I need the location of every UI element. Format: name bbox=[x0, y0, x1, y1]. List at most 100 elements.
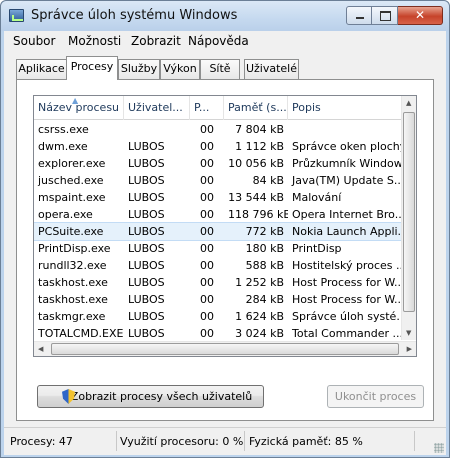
description-cell: Total Commander ... bbox=[292, 327, 403, 340]
column-header-row: ▲ Název procesu Uživatel... P... Paměť (… bbox=[34, 96, 404, 120]
cpu-cell: 00 bbox=[200, 293, 214, 306]
cpu-cell: 00 bbox=[200, 310, 214, 323]
cpu-cell: 00 bbox=[200, 123, 214, 136]
table-row[interactable]: csrss.exe 00 7 804 kB bbox=[34, 121, 404, 138]
status-separator bbox=[414, 431, 415, 451]
column-header-name[interactable]: ▲ Název procesu bbox=[34, 96, 124, 120]
table-row[interactable]: taskhost.exe LUBOS 00 284 kB Host Process fo… bbox=[34, 291, 404, 308]
user-cell: LUBOS bbox=[128, 174, 165, 187]
cpu-cell: 00 bbox=[200, 208, 214, 221]
column-header-cpu[interactable]: P... bbox=[190, 96, 224, 120]
show-all-processes-button[interactable]: Zobrazit procesy všech uživatelů bbox=[37, 385, 264, 408]
menu-napoveda[interactable]: Nápověda bbox=[188, 34, 249, 48]
resize-grip-icon[interactable] bbox=[434, 443, 444, 453]
memory-cell: 772 kB bbox=[245, 225, 284, 238]
status-cpu: Využití procesoru: 0 % bbox=[120, 435, 244, 448]
scroll-right-icon[interactable]: ▶ bbox=[407, 345, 412, 353]
process-name-cell: TOTALCMD.EXE bbox=[38, 327, 124, 340]
description-cell: Správce úloh systé... bbox=[292, 310, 404, 323]
tab-site[interactable]: Sítě bbox=[200, 59, 240, 79]
table-row[interactable]: rundll32.exe LUBOS 00 588 kB Hostitelský pro… bbox=[34, 257, 404, 274]
cpu-cell: 00 bbox=[200, 242, 214, 255]
user-cell: LUBOS bbox=[128, 225, 165, 238]
description-cell: Průzkumník Windows bbox=[292, 157, 404, 170]
task-manager-window: Správce úloh systému Windows ✕ Soubor Mo… bbox=[0, 0, 450, 458]
table-row[interactable]: TOTALCMD.EXE LUBOS 00 3 024 kB Total Command… bbox=[34, 325, 404, 342]
cpu-cell: 00 bbox=[200, 327, 214, 340]
menu-soubor[interactable]: Soubor bbox=[13, 34, 55, 48]
vertical-scrollbar[interactable]: ▲ ▼ bbox=[401, 96, 416, 340]
status-separator bbox=[244, 431, 245, 451]
process-name-cell: explorer.exe bbox=[38, 157, 106, 170]
processes-panel: ▲ Název procesu Uživatel... P... Paměť (… bbox=[16, 79, 434, 421]
process-name-cell: rundll32.exe bbox=[38, 259, 107, 272]
sort-ascending-icon: ▲ bbox=[72, 96, 79, 105]
user-cell: LUBOS bbox=[128, 140, 165, 153]
description-cell: Nokia Launch Appli... bbox=[292, 225, 404, 238]
description-cell: PrintDisp bbox=[292, 242, 342, 255]
cpu-cell: 00 bbox=[200, 225, 214, 238]
menu-moznosti[interactable]: Možnosti bbox=[68, 34, 121, 48]
tab-aplikace[interactable]: Aplikace bbox=[16, 59, 67, 79]
table-row[interactable]: mspaint.exe LUBOS 00 13 544 kB Malování bbox=[34, 189, 404, 206]
user-cell: LUBOS bbox=[128, 259, 165, 272]
menu-zobrazit[interactable]: Zobrazit bbox=[131, 34, 181, 48]
table-row[interactable]: taskhost.exe LUBOS 00 1 252 kB Host Process … bbox=[34, 274, 404, 291]
user-cell: LUBOS bbox=[128, 293, 165, 306]
scroll-up-icon[interactable]: ▲ bbox=[406, 99, 411, 107]
user-cell bbox=[124, 121, 190, 138]
status-bar: Procesy: 47 Využití procesoru: 0 % Fyzic… bbox=[4, 427, 446, 455]
process-rows: csrss.exe 00 7 804 kB dwm.exe LUBOS 00 1 112 k… bbox=[34, 121, 405, 356]
user-cell: LUBOS bbox=[128, 208, 165, 221]
description-cell: Host Process for W... bbox=[292, 293, 404, 306]
tab-vykon[interactable]: Výkon bbox=[160, 59, 200, 79]
process-name-cell: jusched.exe bbox=[38, 174, 104, 187]
table-row[interactable]: explorer.exe LUBOS 00 10 056 kB Průzkumník W… bbox=[34, 155, 404, 172]
user-cell: LUBOS bbox=[128, 276, 165, 289]
menu-bar: Soubor Možnosti Zobrazit Nápověda bbox=[4, 31, 446, 51]
status-processes: Procesy: 47 bbox=[10, 435, 73, 448]
description-cell: Hostitelský proces ... bbox=[292, 259, 404, 272]
table-row[interactable]: opera.exe LUBOS 00 118 796 kB Opera Internet… bbox=[34, 206, 404, 223]
column-header-memory[interactable]: Paměť (s... bbox=[224, 96, 288, 120]
memory-cell: 10 056 kB bbox=[228, 157, 284, 170]
title-bar[interactable]: Správce úloh systému Windows ✕ bbox=[1, 1, 449, 31]
memory-cell: 588 kB bbox=[245, 259, 284, 272]
table-row[interactable]: jusched.exe LUBOS 00 84 kB Java(TM) Update S… bbox=[34, 172, 404, 189]
column-header-user[interactable]: Uživatel... bbox=[124, 96, 190, 120]
window-title: Správce úloh systému Windows bbox=[31, 8, 238, 23]
description-cell bbox=[288, 121, 404, 138]
tab-sluzby[interactable]: Služby bbox=[118, 59, 160, 79]
horizontal-scrollbar[interactable]: ◀ ▶ bbox=[34, 341, 416, 356]
process-name-cell: mspaint.exe bbox=[38, 191, 106, 204]
end-process-button[interactable]: Ukončit proces bbox=[327, 385, 424, 408]
table-row[interactable]: PrintDisp.exe LUBOS 00 180 kB PrintDisp bbox=[34, 240, 404, 257]
tab-uzivatele[interactable]: Uživatelé bbox=[244, 59, 299, 79]
memory-cell: 284 kB bbox=[245, 293, 284, 306]
cpu-cell: 00 bbox=[200, 174, 214, 187]
process-name-cell: taskhost.exe bbox=[38, 293, 108, 306]
close-button[interactable]: ✕ bbox=[398, 6, 443, 25]
memory-cell: 84 kB bbox=[252, 174, 284, 187]
memory-cell: 118 796 kB bbox=[228, 208, 288, 221]
minimize-button[interactable] bbox=[346, 6, 372, 25]
process-name-cell: taskmgr.exe bbox=[38, 310, 106, 323]
description-cell: Host Process for W... bbox=[292, 276, 404, 289]
table-row[interactable]: taskmgr.exe LUBOS 00 1 624 kB Správce úloh s… bbox=[34, 308, 404, 325]
maximize-button[interactable] bbox=[372, 6, 398, 25]
show-all-processes-label: Zobrazit procesy všech uživatelů bbox=[70, 390, 253, 403]
scroll-left-icon[interactable]: ◀ bbox=[38, 345, 43, 353]
user-cell: LUBOS bbox=[128, 310, 165, 323]
table-row[interactable]: PCSuite.exe LUBOS 00 772 kB Nokia Launch App… bbox=[34, 222, 405, 241]
horizontal-scroll-thumb[interactable] bbox=[51, 343, 399, 355]
status-memory: Fyzická paměť: 85 % bbox=[249, 435, 363, 448]
memory-cell: 13 544 kB bbox=[228, 191, 284, 204]
vertical-scroll-thumb[interactable] bbox=[403, 112, 415, 312]
table-row[interactable]: dwm.exe LUBOS 00 1 112 kB Správce oken ploch… bbox=[34, 138, 404, 155]
scroll-down-icon[interactable]: ▼ bbox=[406, 329, 411, 337]
process-list[interactable]: ▲ Název procesu Uživatel... P... Paměť (… bbox=[33, 95, 417, 357]
user-cell: LUBOS bbox=[128, 191, 165, 204]
column-header-description[interactable]: Popis bbox=[288, 96, 404, 120]
memory-cell: 1 624 kB bbox=[235, 310, 284, 323]
tab-procesy[interactable]: Procesy bbox=[66, 56, 118, 80]
